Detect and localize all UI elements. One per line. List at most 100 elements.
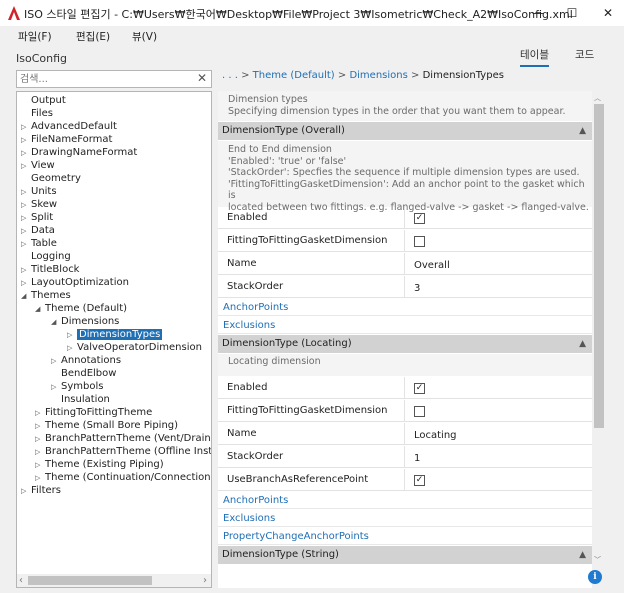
description-line: Dimension types: [228, 94, 308, 105]
name-field[interactable]: Overall: [414, 260, 450, 271]
scroll-up-icon[interactable]: ︿: [594, 93, 601, 103]
description-line: 'StackOrder': Specfies the sequence if m…: [228, 167, 580, 178]
tree-item-label: Logging: [31, 251, 71, 262]
tree-item-dimensions[interactable]: ◢ Dimensions: [51, 315, 119, 328]
tree-expander-icon[interactable]: ◢: [35, 303, 45, 316]
use-branch-reference-checkbox[interactable]: ✓: [414, 475, 425, 486]
tree-item-dimension-types[interactable]: ▷ DimensionTypes: [67, 328, 163, 341]
tree-item-view[interactable]: ▷ View: [21, 159, 55, 172]
enabled-checkbox[interactable]: ✓: [414, 213, 425, 224]
tree-item-title-block[interactable]: ▷ TitleBlock: [21, 263, 79, 276]
tree-item-annotations[interactable]: ▷ Annotations: [51, 354, 121, 367]
tab-code[interactable]: 코드: [575, 47, 594, 62]
tree-expander-icon[interactable]: ▷: [21, 485, 31, 498]
tree-item-theme-default[interactable]: ◢ Theme (Default): [35, 302, 127, 315]
section-description: End to End dimension 'Enabled': 'true' o…: [218, 141, 592, 213]
tree-item-themes[interactable]: ◢ Themes: [21, 289, 71, 302]
exclusions-link[interactable]: Exclusions: [223, 320, 275, 331]
collapse-icon[interactable]: ▲: [579, 335, 586, 353]
search-box: ✕: [16, 70, 212, 88]
section-header-locating[interactable]: DimensionType (Locating) ▲: [218, 335, 592, 353]
enabled-checkbox[interactable]: ✓: [414, 383, 425, 394]
tree-item-layout-optimization[interactable]: ▷ LayoutOptimization: [21, 276, 129, 289]
scroll-left-icon[interactable]: ‹: [19, 575, 23, 586]
property-name: Name: [227, 258, 257, 269]
tree-item-output[interactable]: Output: [21, 94, 66, 107]
tab-table[interactable]: 테이블: [520, 47, 549, 67]
tree-expander-icon[interactable]: ◢: [21, 290, 31, 303]
name-field[interactable]: Locating: [414, 430, 457, 441]
column-divider: [404, 446, 405, 468]
property-row-use-branch-reference: UseBranchAsReferencePoint ✓: [218, 469, 592, 491]
tree-item-label: DrawingNameFormat: [31, 147, 138, 158]
tree-item-insulation[interactable]: Insulation: [51, 393, 110, 406]
description-line: Specifying dimension types in the order …: [228, 105, 566, 117]
tree-item-label: Annotations: [61, 355, 122, 366]
tree-expander-icon[interactable]: ◢: [51, 316, 61, 329]
link-row: PropertyChangeAnchorPoints: [218, 527, 592, 545]
tree-item-fitting-to-fitting-theme[interactable]: ▷ FittingToFittingTheme: [35, 406, 152, 419]
property-change-anchor-points-link[interactable]: PropertyChangeAnchorPoints: [223, 531, 369, 542]
autodesk-logo-icon: [8, 6, 20, 20]
tree-item-split[interactable]: ▷ Split: [21, 211, 53, 224]
scroll-down-icon[interactable]: ﹀: [594, 555, 601, 565]
tree-item-branch-pattern-vent[interactable]: ▷ BranchPatternTheme (Vent/Drain Pip: [35, 432, 211, 445]
description-line: Locating dimension: [228, 356, 321, 367]
tree-scroll-thumb[interactable]: [28, 576, 152, 585]
stack-order-field[interactable]: 3: [414, 283, 420, 294]
tree-item-units[interactable]: ▷ Units: [21, 185, 57, 198]
tree-item-file-name-format[interactable]: ▷ FileNameFormat: [21, 133, 112, 146]
tree-item-theme-small-bore[interactable]: ▷ Theme (Small Bore Piping): [35, 419, 178, 432]
menu-edit[interactable]: 편집(E): [76, 29, 110, 44]
tree-item-theme-continuation[interactable]: ▷ Theme (Continuation/Connection Pip: [35, 471, 211, 484]
tree-item-symbols[interactable]: ▷ Symbols: [51, 380, 103, 393]
section-title: DimensionType (String): [222, 549, 339, 560]
column-divider: [404, 230, 405, 252]
tree-item-label: FittingToFittingTheme: [45, 407, 153, 418]
property-name: FittingToFittingGasketDimension: [227, 405, 388, 416]
panel-scroll-thumb[interactable]: [594, 104, 604, 428]
tree-item-data[interactable]: ▷ Data: [21, 224, 55, 237]
menu-file[interactable]: 파일(F): [18, 29, 52, 44]
breadcrumb-current: DimensionTypes: [422, 70, 504, 81]
tree-item-bend-elbow[interactable]: BendElbow: [51, 367, 116, 380]
stack-order-field[interactable]: 1: [414, 453, 420, 464]
tree-item-label: Files: [31, 108, 53, 119]
minimize-button[interactable]: —: [522, 0, 554, 26]
anchor-points-link[interactable]: AnchorPoints: [223, 302, 288, 313]
breadcrumb-dimensions[interactable]: Dimensions: [349, 70, 407, 81]
gasket-dimension-checkbox[interactable]: [414, 236, 425, 247]
tree-item-logging[interactable]: Logging: [21, 250, 71, 263]
tree-item-label: Theme (Default): [45, 303, 128, 314]
exclusions-link[interactable]: Exclusions: [223, 513, 275, 524]
section-header-string[interactable]: DimensionType (String) ▲: [218, 546, 592, 564]
collapse-icon[interactable]: ▲: [579, 122, 586, 140]
anchor-points-link[interactable]: AnchorPoints: [223, 495, 288, 506]
tree-item-label: Split: [31, 212, 54, 223]
tree-item-label: Data: [31, 225, 55, 236]
scroll-right-icon[interactable]: ›: [203, 575, 207, 586]
tree-item-table[interactable]: ▷ Table: [21, 237, 57, 250]
tree-item-skew[interactable]: ▷ Skew: [21, 198, 57, 211]
gasket-dimension-checkbox[interactable]: [414, 406, 425, 417]
collapse-icon[interactable]: ▲: [579, 546, 586, 564]
clear-search-icon[interactable]: ✕: [197, 71, 207, 85]
section-header-overall[interactable]: DimensionType (Overall) ▲: [218, 122, 592, 140]
tree-item-advanced-default[interactable]: ▷ AdvancedDefault: [21, 120, 117, 133]
tree-item-valve-operator-dimension[interactable]: ▷ ValveOperatorDimension: [67, 341, 202, 354]
info-icon[interactable]: i: [588, 570, 602, 584]
breadcrumb-ellipsis[interactable]: . . .: [222, 70, 238, 81]
tree-item-drawing-name-format[interactable]: ▷ DrawingNameFormat: [21, 146, 137, 159]
close-button[interactable]: ✕: [592, 0, 624, 26]
tree-item-files[interactable]: Files: [21, 107, 53, 120]
tree-item-branch-pattern-offline[interactable]: ▷BranchPatternTheme (Offline Instrum: [35, 445, 211, 458]
breadcrumb-theme-default[interactable]: Theme (Default): [253, 70, 335, 81]
property-row-stack-order: StackOrder 1: [218, 446, 592, 468]
description-line: 'Enabled': 'true' or 'false': [228, 155, 347, 167]
tree-item-theme-existing[interactable]: ▷ Theme (Existing Piping): [35, 458, 164, 471]
maximize-button[interactable]: ☐: [556, 0, 588, 26]
search-input[interactable]: [20, 73, 192, 86]
tree-item-geometry[interactable]: Geometry: [21, 172, 81, 185]
tree-item-filters[interactable]: ▷ Filters: [21, 484, 61, 497]
menu-view[interactable]: 뷰(V): [132, 29, 157, 44]
